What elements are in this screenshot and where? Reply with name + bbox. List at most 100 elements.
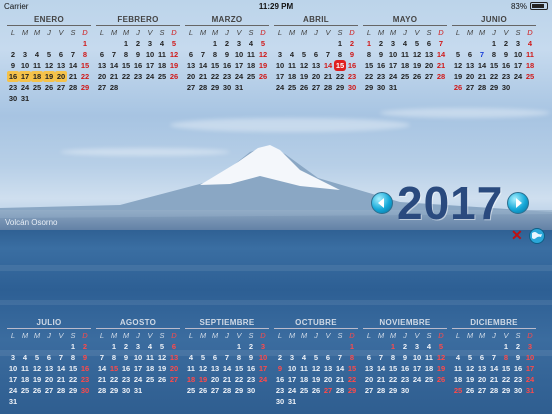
day-cell[interactable]: 4 — [245, 38, 257, 49]
day-cell[interactable]: 21 — [375, 374, 387, 385]
day-cell[interactable]: 7 — [197, 49, 209, 60]
day-cell[interactable]: 1 — [120, 38, 132, 49]
day-cell[interactable]: 27 — [43, 385, 55, 396]
day-cell[interactable]: 3 — [144, 38, 156, 49]
day-cell[interactable]: 19 — [43, 71, 55, 82]
day-cell[interactable]: 20 — [464, 71, 476, 82]
day-cell[interactable]: 30 — [120, 385, 132, 396]
day-cell[interactable]: 13 — [209, 363, 221, 374]
day-cell[interactable]: 10 — [257, 352, 269, 363]
day-cell[interactable]: 24 — [274, 82, 286, 93]
day-cell[interactable]: 25 — [286, 82, 298, 93]
day-cell[interactable]: 11 — [399, 49, 411, 60]
day-cell[interactable]: 18 — [144, 363, 156, 374]
day-cell[interactable]: 20 — [185, 71, 197, 82]
day-cell[interactable]: 30 — [512, 385, 524, 396]
day-cell[interactable]: 23 — [399, 374, 411, 385]
day-cell[interactable]: 8 — [488, 49, 500, 60]
day-cell[interactable]: 8 — [363, 49, 375, 60]
day-cell[interactable]: 4 — [298, 352, 310, 363]
day-cell[interactable]: 19 — [452, 71, 464, 82]
day-cell[interactable]: 31 — [286, 396, 298, 407]
day-cell[interactable]: 26 — [168, 71, 180, 82]
day-cell[interactable]: 23 — [7, 82, 19, 93]
day-cell[interactable]: 15 — [233, 363, 245, 374]
day-cell[interactable]: 23 — [120, 374, 132, 385]
day-cell[interactable]: 2 — [245, 341, 257, 352]
day-cell[interactable]: 25 — [245, 71, 257, 82]
day-cell[interactable]: 9 — [512, 352, 524, 363]
day-cell[interactable]: 22 — [209, 71, 221, 82]
day-cell[interactable]: 21 — [55, 374, 67, 385]
day-cell[interactable]: 7 — [435, 38, 447, 49]
day-cell[interactable]: 23 — [346, 71, 358, 82]
day-cell[interactable]: 29 — [334, 82, 346, 93]
day-cell[interactable]: 27 — [476, 385, 488, 396]
day-cell[interactable]: 21 — [108, 71, 120, 82]
day-cell[interactable]: 8 — [120, 49, 132, 60]
day-cell[interactable]: 23 — [375, 71, 387, 82]
day-cell[interactable]: 11 — [524, 49, 536, 60]
day-cell[interactable]: 10 — [411, 352, 423, 363]
day-cell[interactable]: 17 — [524, 363, 536, 374]
day-cell[interactable]: 1 — [387, 341, 399, 352]
day-cell[interactable]: 13 — [185, 60, 197, 71]
day-cell[interactable]: 4 — [286, 49, 298, 60]
day-cell[interactable]: 3 — [132, 341, 144, 352]
day-cell[interactable]: 9 — [221, 49, 233, 60]
day-cell[interactable]: 25 — [298, 385, 310, 396]
day-cell[interactable]: 24 — [411, 374, 423, 385]
day-cell[interactable]: 30 — [221, 82, 233, 93]
day-cell[interactable]: 26 — [464, 385, 476, 396]
day-cell[interactable]: 25 — [399, 71, 411, 82]
day-cell[interactable]: 31 — [233, 82, 245, 93]
day-cell[interactable]: 25 — [156, 71, 168, 82]
day-cell[interactable]: 5 — [156, 341, 168, 352]
day-cell[interactable]: 14 — [55, 363, 67, 374]
day-cell[interactable]: 30 — [7, 93, 19, 104]
day-cell[interactable]: 8 — [500, 352, 512, 363]
day-cell[interactable]: 11 — [298, 363, 310, 374]
day-cell[interactable]: 14 — [197, 60, 209, 71]
day-cell[interactable]: 16 — [79, 363, 91, 374]
day-cell[interactable]: 11 — [245, 49, 257, 60]
day-cell[interactable]: 3 — [7, 352, 19, 363]
day-cell[interactable]: 24 — [144, 71, 156, 82]
day-cell[interactable]: 2 — [399, 341, 411, 352]
day-cell[interactable]: 20 — [96, 71, 108, 82]
day-cell[interactable]: 6 — [476, 352, 488, 363]
day-cell[interactable]: 23 — [221, 71, 233, 82]
day-cell[interactable]: 1 — [334, 38, 346, 49]
day-cell[interactable]: 3 — [512, 38, 524, 49]
day-cell[interactable]: 27 — [310, 82, 322, 93]
day-cell[interactable]: 15 — [334, 60, 346, 71]
day-cell[interactable]: 22 — [363, 71, 375, 82]
day-cell[interactable]: 18 — [524, 60, 536, 71]
day-cell[interactable]: 28 — [108, 82, 120, 93]
day-cell[interactable]: 21 — [96, 374, 108, 385]
day-cell[interactable]: 18 — [452, 374, 464, 385]
day-cell[interactable]: 5 — [31, 352, 43, 363]
day-cell[interactable]: 17 — [286, 374, 298, 385]
day-cell[interactable]: 23 — [132, 71, 144, 82]
day-cell[interactable]: 29 — [79, 82, 91, 93]
day-cell[interactable]: 5 — [411, 38, 423, 49]
day-cell[interactable]: 29 — [209, 82, 221, 93]
day-cell[interactable]: 31 — [524, 385, 536, 396]
day-cell[interactable]: 28 — [375, 385, 387, 396]
day-cell[interactable]: 7 — [55, 352, 67, 363]
day-cell[interactable]: 13 — [322, 363, 334, 374]
day-cell[interactable]: 15 — [79, 60, 91, 71]
globe-icon[interactable] — [528, 227, 546, 245]
day-cell[interactable]: 13 — [168, 352, 180, 363]
day-cell[interactable]: 9 — [245, 352, 257, 363]
day-cell[interactable]: 23 — [512, 374, 524, 385]
day-cell[interactable]: 18 — [286, 71, 298, 82]
day-cell[interactable]: 18 — [31, 71, 43, 82]
day-cell[interactable]: 27 — [168, 374, 180, 385]
day-cell[interactable]: 1 — [209, 38, 221, 49]
day-cell[interactable]: 10 — [286, 363, 298, 374]
day-cell[interactable]: 21 — [476, 71, 488, 82]
day-cell[interactable]: 16 — [245, 363, 257, 374]
day-cell[interactable]: 13 — [476, 363, 488, 374]
